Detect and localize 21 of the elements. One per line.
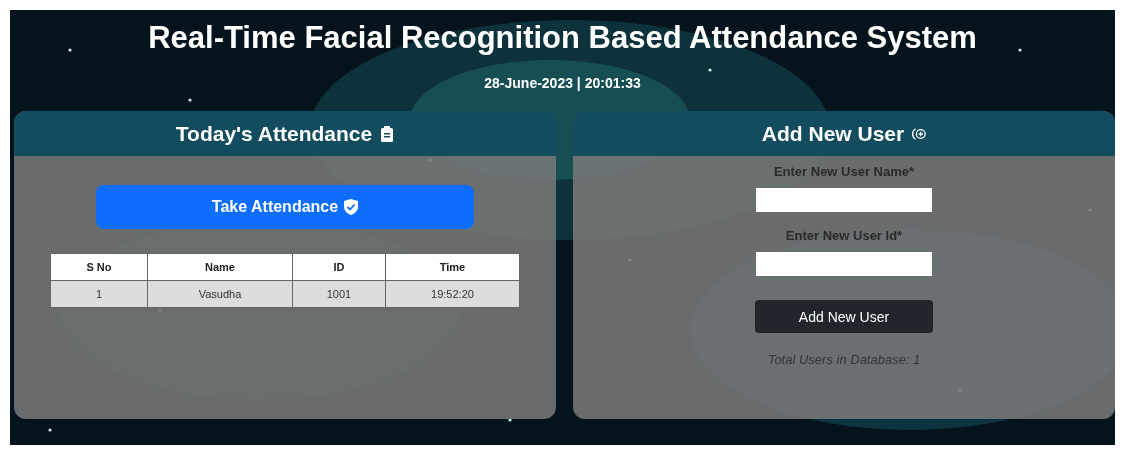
column-header: Time bbox=[385, 253, 520, 281]
input-field[interactable] bbox=[756, 188, 932, 212]
column-header: S No bbox=[50, 253, 148, 281]
input-field[interactable] bbox=[756, 252, 932, 276]
field-label: Enter New User Id* bbox=[785, 228, 903, 243]
clipboard-icon bbox=[380, 125, 395, 142]
total-users-text: Total Users in Database: 1 bbox=[767, 352, 921, 367]
field-label: Enter New User Name* bbox=[773, 164, 915, 179]
card-title: Add New User bbox=[761, 121, 905, 146]
table-cell: 1 bbox=[50, 280, 148, 308]
take-attendance-button[interactable]: Take Attendance bbox=[96, 185, 474, 229]
shield-check-icon bbox=[344, 199, 359, 215]
page-title: Real-Time Facial Recognition Based Attendance System bbox=[148, 20, 977, 56]
table-cell: 19:52:20 bbox=[385, 280, 520, 308]
add-user-button[interactable]: Add New User bbox=[755, 300, 933, 333]
table-cell: Vasudha bbox=[147, 280, 293, 308]
column-header: ID bbox=[292, 253, 386, 281]
column-header: Name bbox=[147, 253, 293, 281]
card-title: Today's Attendance bbox=[175, 121, 373, 146]
date-time: 28-June-2023 | 20:01:33 bbox=[484, 75, 641, 91]
table-cell: 1001 bbox=[292, 280, 386, 308]
